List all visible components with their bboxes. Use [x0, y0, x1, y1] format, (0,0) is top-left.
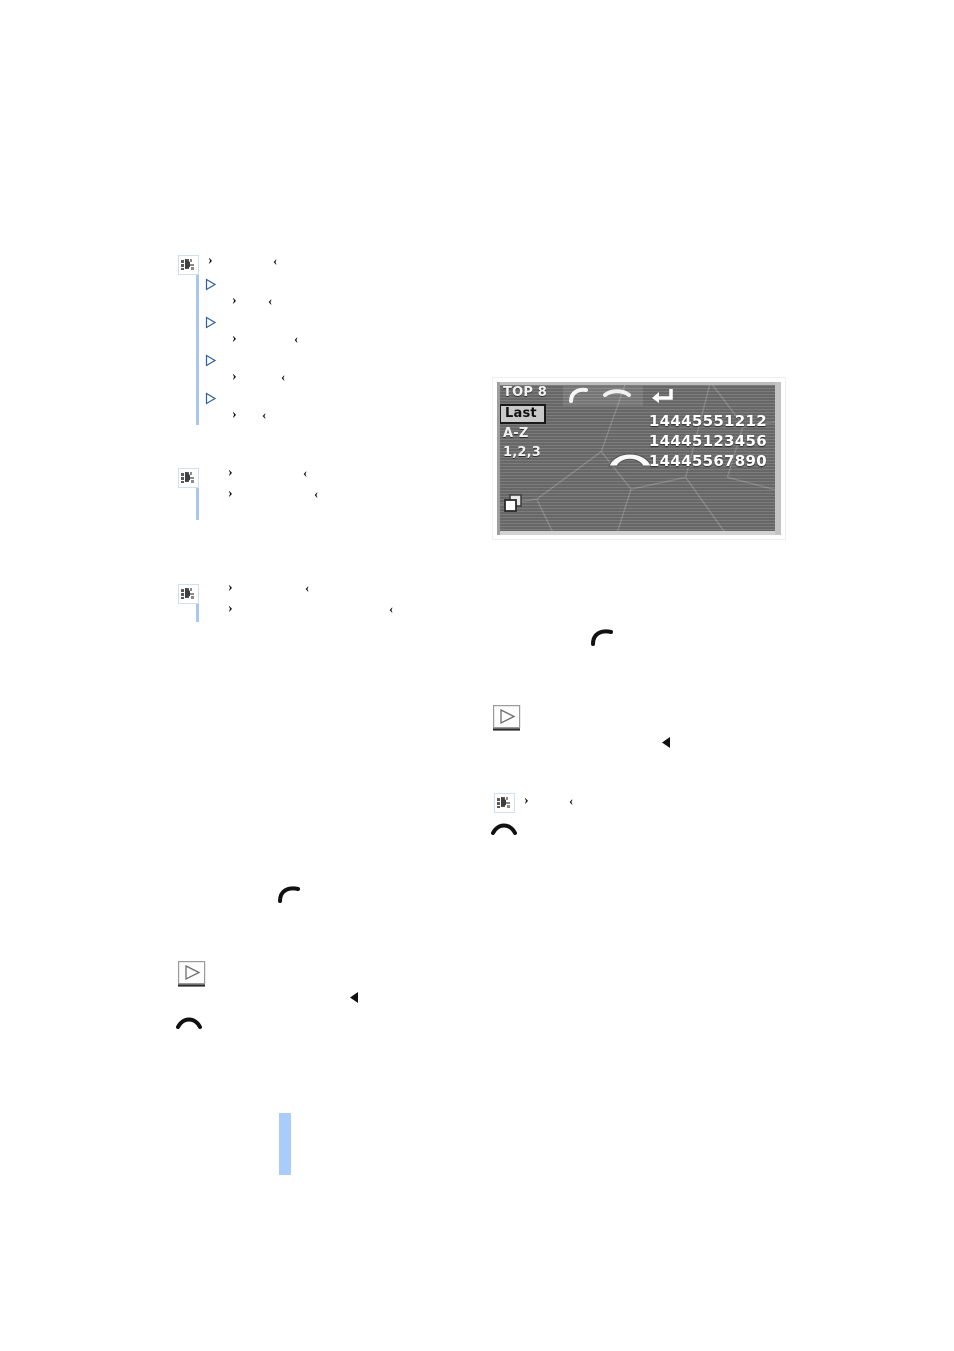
- number-item-3[interactable]: 14445567890: [649, 452, 767, 472]
- section-rule-2: [178, 468, 199, 520]
- device-menu: TOP 8 Last A-Z 1,2,3: [497, 384, 559, 463]
- page-marker-bar: [279, 1113, 291, 1175]
- keypad-icon: [178, 584, 199, 604]
- number-item-1[interactable]: 14445551212: [649, 412, 767, 432]
- list-mark-close-5: ‹: [262, 407, 267, 422]
- menu-item-last[interactable]: Last: [499, 403, 546, 425]
- phone-hangup-icon-left: [176, 1014, 202, 1030]
- triangle-left-icon-left: [349, 991, 360, 1004]
- phone-handset-icon: [605, 444, 655, 472]
- document-page: › ‹ › ‹ › ‹ › ‹ › ‹ › ‹ › ‹ › ‹ › ‹ TOP …: [0, 0, 954, 1351]
- device-bezel-bottom: [497, 531, 781, 535]
- device-screen: TOP 8 Last A-Z 1,2,3 14445551212 1444512…: [497, 382, 781, 535]
- list-mark-open-6: ›: [228, 465, 233, 480]
- device-bezel-top: [497, 382, 781, 385]
- keypad-icon-right: [494, 793, 515, 813]
- device-number-list: 14445551212 14445123456 14445567890: [649, 412, 767, 472]
- list-mark-close-9: ‹: [389, 601, 394, 616]
- triangle-left-icon-right: [661, 736, 672, 749]
- phone-hangup-icon-right: [491, 820, 517, 836]
- list-mark-open-1: ›: [208, 253, 213, 268]
- triangle-right-outline-icon-3: [204, 354, 217, 367]
- list-mark-close-2: ‹: [268, 293, 273, 308]
- list-mark-open-8: ›: [228, 580, 233, 595]
- figure-phone-contacts-screen: TOP 8 Last A-Z 1,2,3 14445551212 1444512…: [492, 377, 786, 540]
- triangle-right-outline-icon-4: [204, 392, 217, 405]
- device-top-icons: [563, 386, 643, 406]
- menu-item-top8[interactable]: TOP 8: [497, 384, 559, 403]
- list-mark-close-right: ‹: [569, 793, 574, 808]
- triangle-right-outline-icon-2: [204, 316, 217, 329]
- blue-rule: [196, 255, 199, 425]
- list-mark-open-7: ›: [228, 486, 233, 501]
- triangle-right-outline-icon-1: [204, 278, 217, 291]
- play-button-boxed-icon-left[interactable]: [178, 961, 206, 987]
- device-bezel-left: [497, 382, 500, 535]
- play-button-boxed-icon-right[interactable]: [493, 705, 521, 731]
- section-rule-3: [178, 584, 199, 622]
- number-item-2[interactable]: 14445123456: [649, 432, 767, 452]
- list-mark-open-4: ›: [232, 369, 237, 384]
- list-mark-open-3: ›: [232, 331, 237, 346]
- list-mark-close-6: ‹: [303, 465, 308, 480]
- list-mark-close-1: ‹: [273, 253, 278, 268]
- list-mark-close-4: ‹: [281, 369, 286, 384]
- list-mark-close-7: ‹: [314, 486, 319, 501]
- phone-pickup-icon-left: [277, 885, 303, 903]
- list-mark-close-8: ‹: [305, 580, 310, 595]
- copy-windows-icon[interactable]: [503, 492, 527, 516]
- list-mark-open-5: ›: [232, 407, 237, 422]
- device-bezel-right: [775, 382, 781, 535]
- keypad-icon: [178, 468, 199, 488]
- section-rule-1: [178, 255, 199, 425]
- return-arrow-icon[interactable]: [649, 385, 675, 405]
- keypad-icon: [178, 255, 199, 275]
- list-mark-close-3: ‹: [294, 331, 299, 346]
- menu-item-123[interactable]: 1,2,3: [497, 444, 559, 463]
- list-mark-open-right: ›: [524, 793, 529, 808]
- list-mark-open-2: ›: [232, 293, 237, 308]
- list-mark-open-9: ›: [228, 601, 233, 616]
- menu-item-az[interactable]: A-Z: [497, 425, 559, 444]
- phone-pickup-icon-right: [590, 628, 616, 646]
